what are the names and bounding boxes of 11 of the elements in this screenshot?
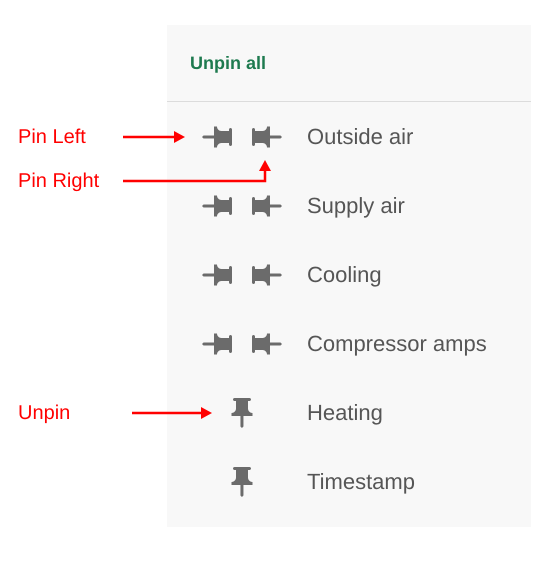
annotation-arrow xyxy=(123,131,185,143)
column-label: Outside air xyxy=(307,124,414,150)
column-label: Supply air xyxy=(307,192,405,218)
column-label: Cooling xyxy=(307,262,382,288)
annotation-label: Unpin xyxy=(18,401,70,426)
column-label: Heating xyxy=(307,400,383,426)
column-label: Compressor amps xyxy=(307,330,487,356)
annotation-label: Pin Left xyxy=(18,125,86,150)
column-label: Timestamp xyxy=(307,468,415,494)
unpin-all-button[interactable]: Unpin all xyxy=(190,52,266,74)
annotation-label: Pin Right xyxy=(18,169,100,194)
